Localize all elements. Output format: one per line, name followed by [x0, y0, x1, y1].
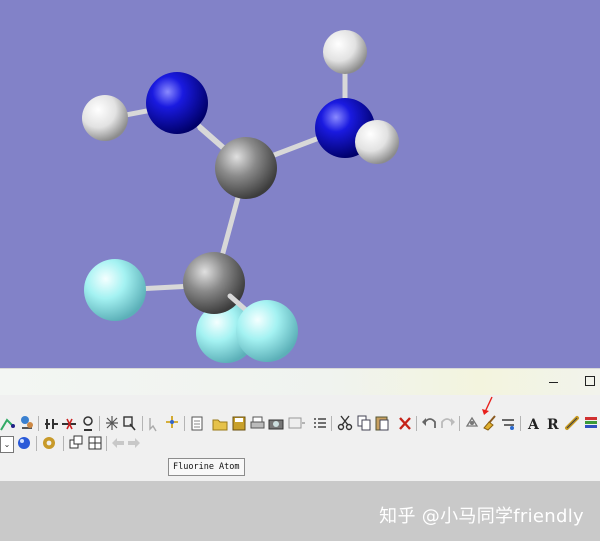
toolbar-separator — [520, 416, 521, 431]
undo-icon[interactable] — [422, 418, 436, 428]
globe-icon[interactable] — [18, 437, 30, 449]
molecule-viewport[interactable] — [0, 0, 600, 368]
back-arrow-icon[interactable] — [112, 438, 124, 448]
stack-icon[interactable] — [585, 417, 597, 428]
print-icon[interactable] — [250, 416, 265, 429]
label-r-icon[interactable]: R — [547, 417, 559, 433]
copy-icon[interactable] — [357, 415, 371, 431]
ring-icon[interactable] — [45, 419, 58, 429]
molecule-canvas[interactable] — [0, 0, 600, 368]
svg-text:A: A — [527, 417, 540, 433]
hydrogen-atom-top[interactable] — [323, 30, 367, 74]
fluorine-atom-left[interactable] — [84, 259, 146, 321]
valence-icon[interactable] — [83, 416, 93, 431]
nitrogen-atom-left[interactable] — [146, 72, 208, 134]
fragment-icon[interactable] — [21, 416, 33, 429]
list-icon[interactable] — [314, 418, 326, 428]
toolbar-area: A R ⌄ — [0, 395, 600, 481]
paste-icon[interactable] — [375, 416, 389, 431]
toolbar-separator — [331, 416, 332, 431]
windows-icon[interactable] — [69, 435, 83, 449]
toolbar-separator — [106, 436, 107, 451]
maximize-button[interactable] — [583, 374, 597, 388]
symmetry-icon[interactable] — [465, 416, 479, 427]
carbon-atom-center[interactable] — [215, 137, 277, 199]
toolbar-separator — [63, 436, 64, 451]
camera-icon[interactable] — [268, 419, 284, 430]
pointer-icon[interactable] — [149, 418, 157, 432]
grid-icon[interactable] — [88, 436, 102, 450]
gear-icon[interactable] — [43, 437, 55, 449]
toolbar-separator — [36, 436, 37, 451]
bond-draw-icon[interactable] — [0, 418, 15, 431]
bond-break-icon[interactable] — [62, 418, 76, 430]
toolbar-row-2: ⌄ — [0, 434, 600, 454]
toolbar-row-2-icons — [18, 435, 140, 451]
rebuild-icon[interactable] — [502, 419, 514, 430]
hydrogen-atom-left[interactable] — [82, 95, 128, 141]
toolbar-separator — [99, 416, 100, 431]
watermark: 知乎 @小马同学friendly — [379, 506, 584, 527]
inquire-icon[interactable] — [123, 416, 136, 431]
minimize-icon — [548, 382, 558, 383]
open-icon[interactable] — [212, 419, 228, 431]
toolbar-separator — [38, 416, 39, 431]
toolbar-row-1: A R — [0, 414, 600, 434]
sparkle-icon[interactable] — [166, 416, 178, 428]
window-title-bar — [0, 368, 600, 396]
annotation-arrow-icon — [482, 396, 493, 415]
atom-select-icon[interactable] — [106, 416, 118, 430]
label-a-icon[interactable]: A — [527, 417, 540, 433]
forward-arrow-icon[interactable] — [128, 438, 140, 448]
fluorine-atom-front[interactable] — [236, 300, 298, 362]
screenshot-icon[interactable] — [288, 417, 305, 429]
maximize-icon — [585, 376, 595, 386]
toolbar-separator — [416, 416, 417, 431]
toolbar-separator — [142, 416, 143, 431]
redo-icon[interactable] — [441, 418, 455, 428]
toolbar-separator — [459, 416, 460, 431]
toolbar-row-1-icons: A R — [0, 415, 597, 433]
link-icon[interactable] — [565, 416, 579, 430]
save-icon[interactable] — [232, 416, 246, 431]
delete-icon[interactable] — [399, 417, 411, 430]
minimize-button[interactable] — [546, 374, 560, 388]
toolbar-separator — [184, 416, 185, 431]
tooltip: Fluorine Atom — [168, 458, 245, 476]
carbon-atom-lower[interactable] — [183, 252, 245, 314]
svg-text:R: R — [547, 417, 559, 433]
scissors-icon[interactable] — [337, 415, 353, 431]
new-file-icon[interactable] — [191, 416, 203, 431]
hydrogen-atom-right[interactable] — [355, 120, 399, 164]
clean-broom-icon[interactable] — [483, 415, 496, 431]
footer-area: 知乎 @小马同学friendly — [0, 481, 600, 541]
